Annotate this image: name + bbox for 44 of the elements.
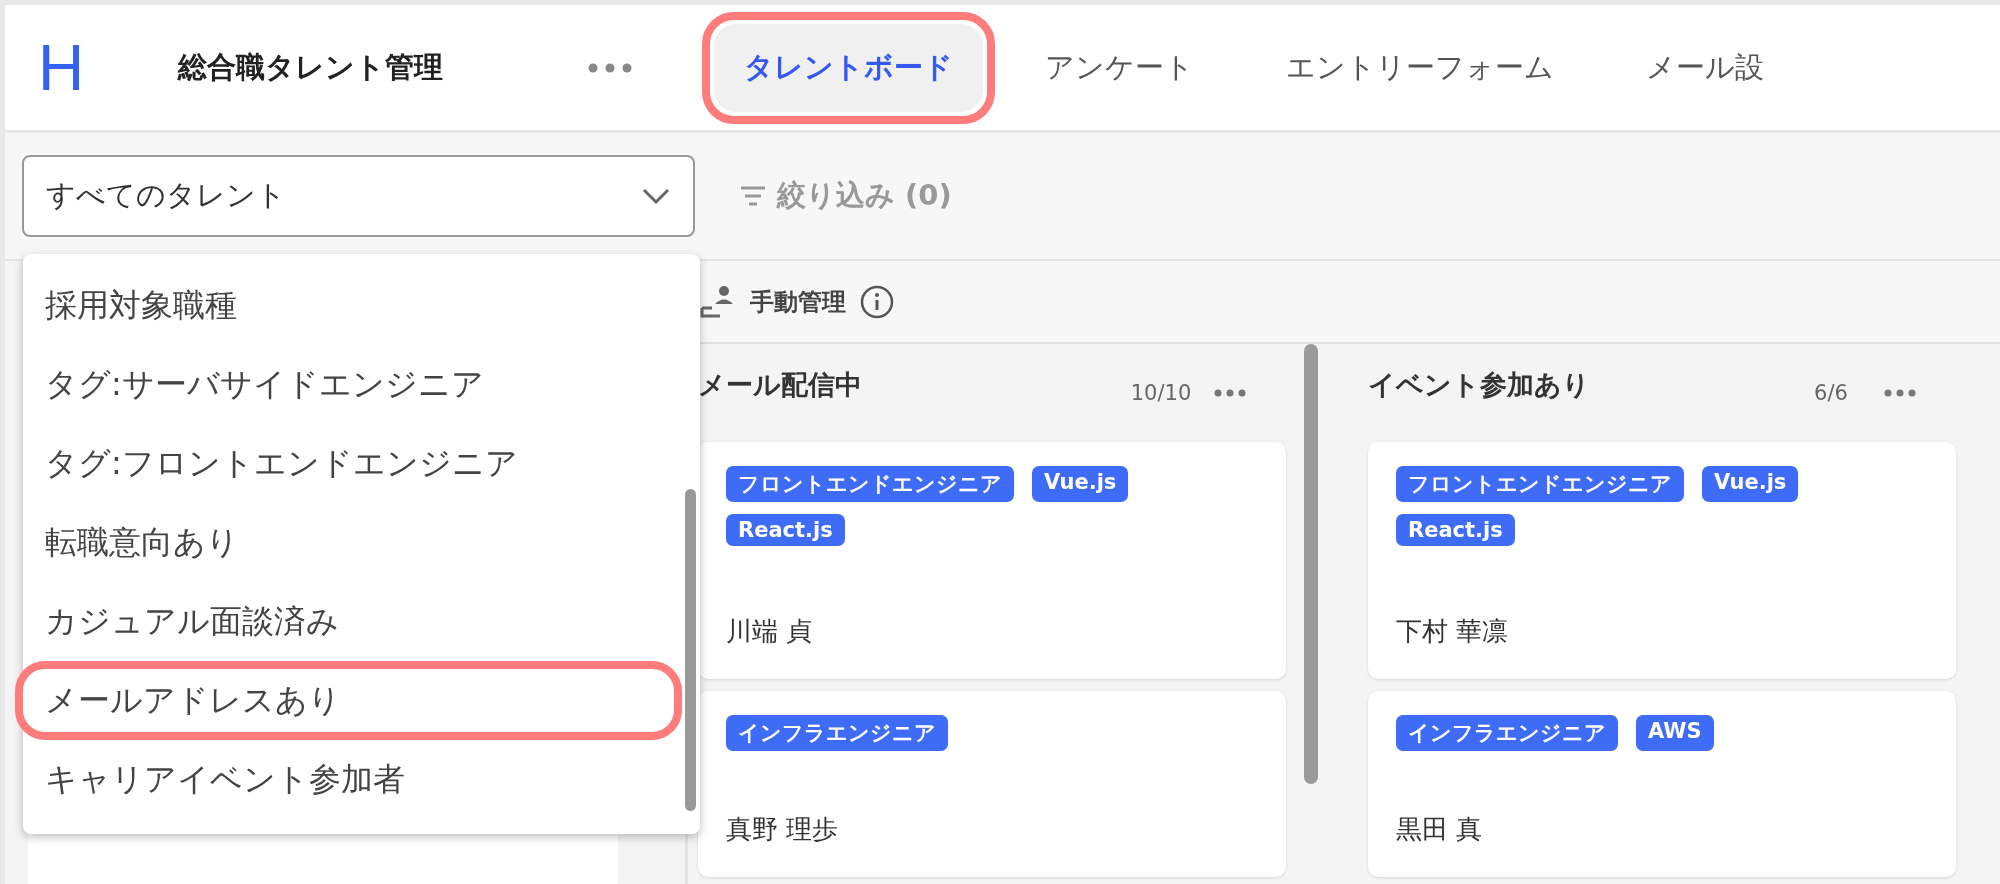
skill-tag: フロントエンドエンジニア: [726, 466, 1014, 502]
menu-option[interactable]: 採用対象職種: [15, 266, 682, 345]
scrollbar[interactable]: [685, 489, 696, 811]
chevron-down-icon: [641, 187, 671, 205]
talent-select[interactable]: すべてのタレント: [22, 155, 695, 237]
menu-option[interactable]: タグ:サーバサイドエンジニア: [15, 345, 682, 424]
logo: H: [38, 30, 86, 105]
talent-card[interactable]: フロントエンドエンジニア Vue.js React.js 下村 華凛: [1368, 442, 1956, 679]
menu-option[interactable]: カジュアル面談済み: [15, 582, 682, 661]
skill-tag: React.js: [726, 514, 845, 546]
talent-card[interactable]: フロントエンドエンジニア Vue.js React.js 川端 貞: [698, 442, 1286, 679]
talent-name: 川端 貞: [726, 615, 814, 648]
talent-card[interactable]: インフラエンジニア 真野 理歩: [698, 691, 1286, 877]
filter-icon: [739, 185, 767, 207]
talent-name: 黒田 真: [1396, 813, 1484, 846]
column-title: メール配信中: [698, 368, 863, 402]
section-label: 手動管理: [750, 286, 846, 318]
info-icon[interactable]: [860, 284, 894, 319]
skill-tag: Vue.js: [1032, 466, 1129, 502]
more-icon[interactable]: [1884, 389, 1916, 397]
column-title: イベント参加あり: [1368, 368, 1591, 402]
nav-tab[interactable]: アンケート: [1015, 23, 1224, 112]
nav-tab[interactable]: メール設: [1616, 23, 1794, 112]
skill-tag: AWS: [1636, 715, 1714, 751]
nav-tab[interactable]: エントリーフォーム: [1256, 23, 1584, 112]
more-icon[interactable]: [1214, 389, 1246, 397]
menu-option[interactable]: タグ:フロントエンドエンジニア: [15, 424, 682, 503]
menu-option[interactable]: メールアドレスあり: [15, 661, 682, 740]
nav-tab[interactable]: タレントボード: [714, 23, 983, 112]
card-count: 10/10: [1129, 381, 1193, 405]
menu-option[interactable]: 転職意向あり: [15, 503, 682, 582]
talent-name: 真野 理歩: [726, 813, 840, 846]
app-title: 総合職タレント管理: [178, 48, 444, 86]
skill-tag: React.js: [1396, 514, 1515, 546]
talent-name: 下村 華凛: [1396, 615, 1510, 648]
skill-tag: Vue.js: [1702, 466, 1799, 502]
skill-tag: インフラエンジニア: [1396, 715, 1618, 751]
menu-option[interactable]: キャリアイベント参加者: [15, 740, 682, 819]
scrollbar[interactable]: [1304, 344, 1318, 784]
card-count: 6/6: [1813, 381, 1849, 405]
talent-card[interactable]: インフラエンジニア AWS 黒田 真: [1368, 691, 1956, 877]
more-icon[interactable]: [588, 62, 632, 73]
skill-tag: インフラエンジニア: [726, 715, 948, 751]
skill-tag: フロントエンドエンジニア: [1396, 466, 1684, 502]
